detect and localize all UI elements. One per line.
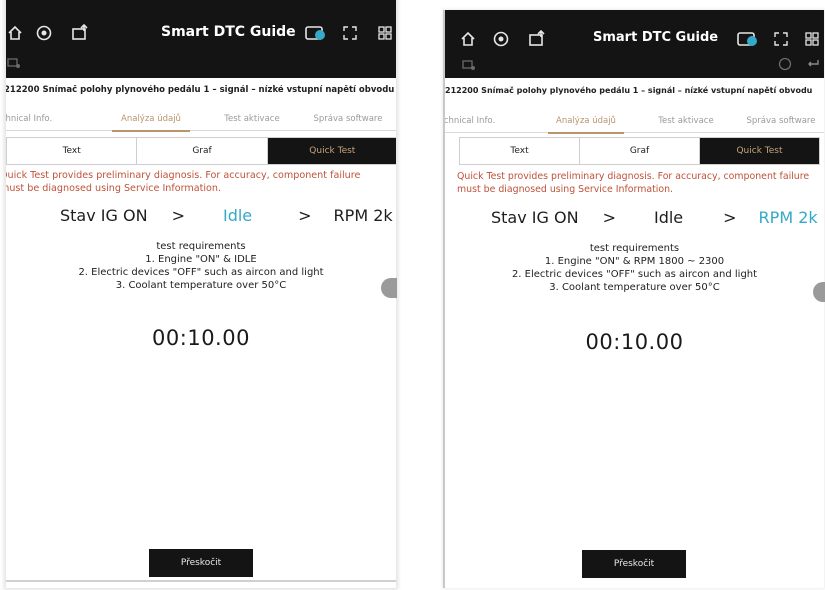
tab-technical-info[interactable]: Technical Info.: [6, 107, 72, 131]
step-ig-on: Stav IG ON: [60, 206, 148, 225]
app-title: Smart DTC Guide: [161, 24, 296, 40]
tab-technical-info[interactable]: Technical Info.: [445, 109, 515, 133]
step-idle: Idle: [222, 206, 253, 225]
requirement-item: 3. Coolant temperature over 50°C: [115, 280, 287, 291]
segment-quick-test[interactable]: Quick Test: [267, 138, 396, 164]
screen-right: Smart DTC Guide 212200 Snímač polohy ply…: [443, 10, 824, 588]
requirement-item: 2. Electric devices "OFF" such as aircon…: [511, 269, 758, 280]
test-steps: Stav IG ON > Idle > RPM 2k: [491, 208, 818, 227]
step-ig-on: Stav IG ON: [491, 208, 579, 227]
fullscreen-icon[interactable]: [339, 22, 361, 44]
step-rpm: RPM 2k: [333, 206, 393, 225]
skip-button[interactable]: Přeskočit: [582, 550, 686, 578]
requirement-item: 1. Engine "ON" & IDLE: [145, 254, 257, 265]
tab-software-management[interactable]: Správa software: [302, 107, 394, 131]
vehicle-upload-icon[interactable]: [525, 28, 549, 50]
notice-line-1: Quick Test provides preliminary diagnosi…: [457, 171, 810, 182]
requirement-item: 3. Coolant temperature over 50°C: [549, 282, 720, 293]
requirement-item: 2. Electric devices "OFF" such as aircon…: [78, 267, 324, 278]
tab-activation-test[interactable]: Test aktivace: [208, 107, 296, 131]
tab-bar: Technical Info. Analýza údajů Test aktiv…: [445, 109, 824, 134]
test-timer: 00:10.00: [152, 326, 250, 350]
grid-icon[interactable]: [374, 22, 396, 44]
step-separator: >: [723, 208, 737, 227]
car-connect-icon[interactable]: [6, 52, 24, 72]
tab-data-analysis[interactable]: Analýza údajů: [540, 109, 632, 134]
requirements-heading: test requirements: [589, 243, 680, 254]
test-steps: Stav IG ON > Idle > RPM 2k: [60, 206, 393, 225]
segment-text[interactable]: Text: [460, 138, 580, 164]
view-segment-control: Text Graf Quick Test: [6, 137, 396, 165]
segment-graph[interactable]: Graf: [580, 138, 700, 164]
view-segment-control: Text Graf Quick Test: [459, 137, 820, 165]
screen-left: Smart DTC Guide 212200 Snímač polohy ply…: [6, 0, 396, 588]
tab-bar: Technical Info. Analýza údajů Test aktiv…: [6, 107, 396, 132]
gear-badge-icon[interactable]: [489, 28, 513, 50]
step-separator: >: [602, 208, 616, 227]
skip-button[interactable]: Přeskočit: [149, 549, 253, 577]
car-connect-icon[interactable]: [459, 54, 479, 74]
swap-icon[interactable]: [803, 54, 823, 74]
tab-activation-test[interactable]: Test aktivace: [641, 109, 731, 133]
app-title: Smart DTC Guide: [593, 30, 719, 45]
segment-quick-test[interactable]: Quick Test: [700, 138, 819, 164]
app-header: Smart DTC Guide: [6, 0, 396, 78]
step-rpm: RPM 2k: [758, 208, 818, 227]
notice-line-2: must be diagnosed using Service Informat…: [457, 183, 674, 195]
dtc-title: 212200 Snímač polohy plynového pedálu 1 …: [6, 85, 395, 95]
step-separator: >: [171, 206, 185, 225]
side-drawer-handle[interactable]: [381, 278, 397, 298]
fullscreen-icon[interactable]: [770, 28, 792, 50]
app-header: Smart DTC Guide: [445, 10, 824, 78]
toggle-camera-icon[interactable]: [735, 28, 763, 50]
gear-badge-icon[interactable]: [32, 22, 56, 44]
segment-graph[interactable]: Graf: [137, 138, 268, 164]
test-requirements: test requirements 1. Engine "ON" & RPM 1…: [445, 242, 824, 294]
test-requirements: test requirements 1. Engine "ON" & IDLE …: [6, 240, 396, 292]
toggle-camera-icon[interactable]: [303, 22, 331, 44]
tab-software-management[interactable]: Správa software: [735, 109, 824, 133]
segment-text[interactable]: Text: [7, 138, 138, 164]
requirement-item: 1. Engine "ON" & RPM 1800 ~ 2300: [544, 256, 725, 267]
home-icon[interactable]: [457, 28, 479, 50]
step-idle: Idle: [653, 208, 684, 227]
help-icon[interactable]: [775, 54, 795, 74]
vehicle-upload-icon[interactable]: [68, 22, 92, 44]
grid-icon[interactable]: [801, 28, 823, 50]
dtc-title: 212200 Snímač polohy plynového pedálu 1 …: [445, 86, 813, 95]
requirements-heading: test requirements: [156, 241, 246, 252]
notice-line-1: Quick Test provides preliminary diagnosi…: [6, 170, 361, 181]
bottom-divider: [6, 580, 396, 582]
home-icon[interactable]: [6, 22, 26, 44]
quick-test-notice: Quick Test provides preliminary diagnosi…: [6, 170, 360, 195]
step-separator: >: [298, 206, 312, 225]
quick-test-notice: Quick Test provides preliminary diagnosi…: [457, 171, 809, 196]
test-timer: 00:10.00: [585, 330, 684, 354]
tab-data-analysis[interactable]: Analýza údajů: [104, 107, 198, 132]
notice-line-2: must be diagnosed using Service Informat…: [6, 182, 222, 194]
